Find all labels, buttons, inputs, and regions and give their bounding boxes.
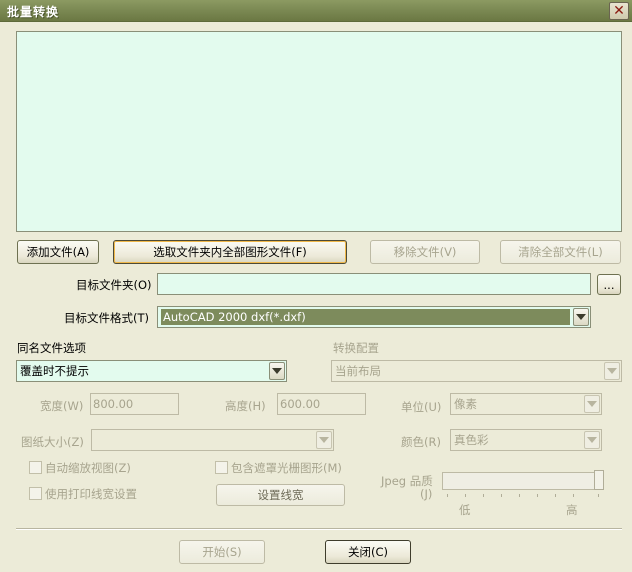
target-folder-label: 目标文件夹(O): [76, 278, 152, 292]
target-folder-input[interactable]: [157, 273, 591, 295]
select-folder-files-button[interactable]: 选取文件夹内全部图形文件(F): [113, 240, 347, 264]
chevron-down-icon[interactable]: [604, 362, 620, 380]
auto-zoom-checkbox[interactable]: [29, 461, 42, 474]
jpeg-quality-slider-track[interactable]: [442, 472, 604, 490]
slider-tick: [555, 494, 556, 497]
target-format-select[interactable]: AutoCAD 2000 dxf(*.dxf): [157, 306, 591, 328]
slider-tick: [537, 494, 538, 497]
color-select[interactable]: 真色彩: [450, 429, 602, 451]
title-bar: [0, 0, 632, 22]
slider-tick: [598, 494, 599, 497]
slider-tick: [483, 494, 484, 497]
chevron-down-icon[interactable]: [269, 362, 285, 380]
color-value: 真色彩: [454, 433, 489, 447]
convert-config-select[interactable]: 当前布局: [331, 360, 622, 382]
start-button[interactable]: 开始(S): [179, 540, 265, 564]
slider-tick: [465, 494, 466, 497]
use-print-linewidth-checkbox[interactable]: [29, 487, 42, 500]
slider-tick: [519, 494, 520, 497]
convert-config-value: 当前布局: [335, 364, 381, 378]
jpeg-quality-high-label: 高: [566, 503, 578, 517]
slider-tick: [447, 494, 448, 497]
footer-separator: [16, 528, 622, 530]
chevron-down-icon[interactable]: [316, 431, 332, 449]
same-name-value: 覆盖时不提示: [20, 364, 89, 378]
height-input[interactable]: 600.00: [277, 393, 366, 415]
paper-size-select[interactable]: [91, 429, 334, 451]
remove-file-button[interactable]: 移除文件(V): [370, 240, 480, 264]
include-mask-raster-checkbox[interactable]: [215, 461, 228, 474]
jpeg-quality-slider-thumb[interactable]: [594, 470, 604, 490]
jpeg-quality-shortcut: (J): [420, 487, 433, 501]
paper-size-label: 图纸大小(Z): [21, 435, 84, 449]
window-title: 批量转换: [7, 5, 60, 19]
use-print-linewidth-label: 使用打印线宽设置: [45, 487, 137, 501]
unit-select[interactable]: 像素: [450, 393, 602, 415]
unit-value: 像素: [454, 397, 477, 411]
width-input[interactable]: 800.00: [90, 393, 179, 415]
chevron-down-icon[interactable]: [584, 431, 600, 449]
clear-all-files-button[interactable]: 清除全部文件(L): [500, 240, 621, 264]
width-label: 宽度(W): [40, 399, 84, 413]
convert-config-label: 转换配置: [333, 341, 379, 355]
add-file-button[interactable]: 添加文件(A): [17, 240, 99, 264]
chevron-down-icon[interactable]: [573, 308, 589, 326]
height-label: 高度(H): [225, 399, 266, 413]
close-button[interactable]: 关闭(C): [325, 540, 411, 564]
slider-tick: [573, 494, 574, 497]
chevron-down-icon[interactable]: [584, 395, 600, 413]
same-name-label: 同名文件选项: [17, 341, 86, 355]
browse-folder-button[interactable]: ...: [597, 274, 621, 295]
target-format-value: AutoCAD 2000 dxf(*.dxf): [161, 309, 570, 325]
unit-label: 单位(U): [401, 400, 442, 414]
target-format-label: 目标文件格式(T): [64, 311, 149, 325]
jpeg-quality-low-label: 低: [459, 503, 471, 517]
close-window-button[interactable]: ✕: [609, 2, 629, 20]
include-mask-raster-label: 包含遮罩光栅图形(M): [231, 461, 342, 475]
same-name-select[interactable]: 覆盖时不提示: [16, 360, 287, 382]
auto-zoom-label: 自动缩放视图(Z): [45, 461, 131, 475]
file-list[interactable]: [16, 31, 622, 232]
color-label: 颜色(R): [401, 435, 441, 449]
set-linewidth-button[interactable]: 设置线宽: [216, 484, 345, 506]
close-icon: ✕: [613, 3, 625, 19]
slider-tick: [501, 494, 502, 497]
